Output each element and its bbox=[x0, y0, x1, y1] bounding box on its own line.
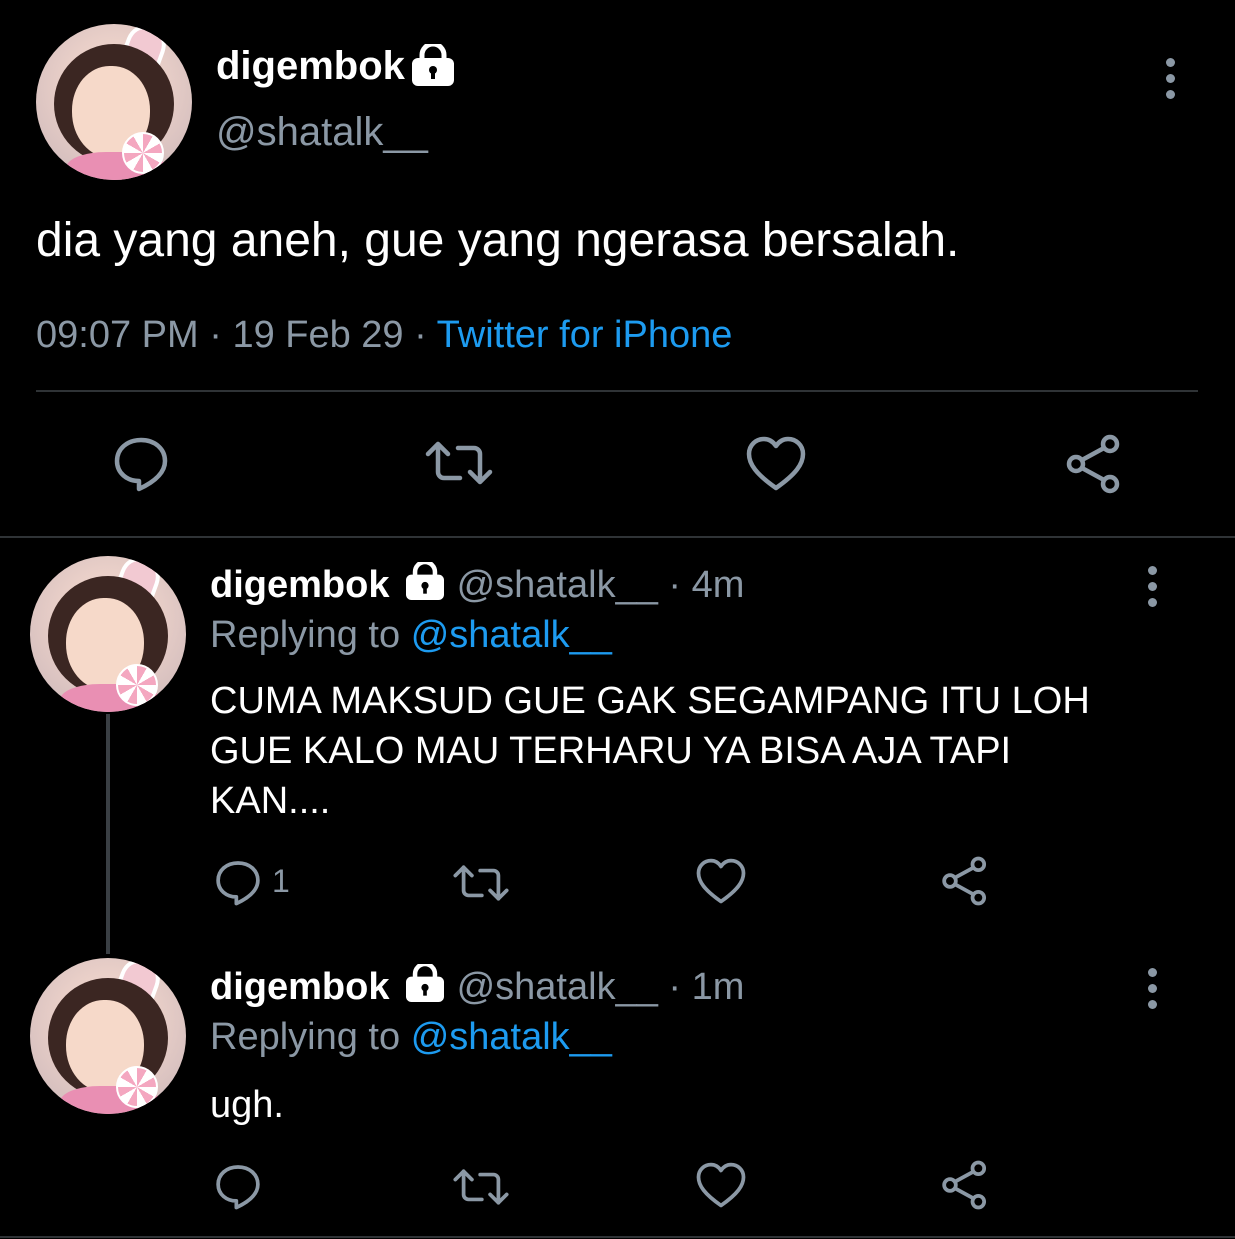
avatar[interactable] bbox=[30, 958, 186, 1114]
separator: · bbox=[414, 314, 427, 356]
share-button[interactable] bbox=[940, 1160, 990, 1210]
heart-icon bbox=[696, 1162, 746, 1208]
replying-to-handle[interactable]: @shatalk__ bbox=[411, 1016, 612, 1058]
replying-to-label: Replying to bbox=[210, 1016, 401, 1058]
timestamp[interactable]: · 1m bbox=[668, 966, 744, 1008]
tweet-source[interactable]: Twitter for iPhone bbox=[437, 314, 733, 356]
more-vertical-icon[interactable] bbox=[1148, 968, 1158, 1016]
replying-to: Replying to @shatalk__ bbox=[210, 612, 612, 658]
share-button[interactable] bbox=[1064, 434, 1124, 494]
like-button[interactable] bbox=[696, 858, 746, 905]
replying-to: Replying to @shatalk__ bbox=[210, 1014, 612, 1060]
avatar[interactable] bbox=[36, 24, 192, 180]
tweet-date[interactable]: 19 Feb 29 bbox=[232, 314, 403, 356]
share-icon bbox=[942, 856, 987, 906]
section-divider bbox=[0, 536, 1235, 538]
text-line: GUE KALO MAU TERHARU YA BISA AJA TAPI bbox=[210, 730, 1012, 772]
like-button[interactable] bbox=[746, 436, 806, 492]
heart-icon bbox=[746, 436, 806, 491]
retweet-button[interactable] bbox=[452, 1166, 510, 1208]
tweet-text: CUMA MAKSUD GUE GAK SEGAMPANG ITU LOH GU… bbox=[210, 676, 1090, 826]
reply-button[interactable] bbox=[214, 858, 262, 906]
replying-to-label: Replying to bbox=[210, 614, 401, 656]
retweet-button[interactable] bbox=[452, 862, 510, 904]
retweet-icon bbox=[453, 1169, 509, 1205]
heart-icon bbox=[696, 858, 746, 904]
text-line: KAN.... bbox=[210, 780, 331, 822]
lock-icon bbox=[410, 41, 456, 91]
retweet-icon bbox=[425, 441, 493, 485]
handle[interactable]: @shatalk__ bbox=[457, 966, 658, 1008]
display-name[interactable]: digembok bbox=[210, 966, 389, 1008]
share-icon bbox=[1066, 434, 1120, 494]
section-divider bbox=[0, 1236, 1235, 1238]
retweet-button[interactable] bbox=[424, 438, 494, 488]
handle[interactable]: @shatalk__ bbox=[457, 564, 658, 606]
tweet-text: dia yang aneh, gue yang ngerasa bersalah… bbox=[36, 214, 960, 267]
display-name[interactable]: digembok bbox=[210, 564, 389, 606]
avatar[interactable] bbox=[30, 556, 186, 712]
replying-to-handle[interactable]: @shatalk__ bbox=[411, 614, 612, 656]
share-button[interactable] bbox=[940, 856, 990, 906]
speech-bubble-icon bbox=[114, 437, 168, 492]
lock-icon bbox=[404, 560, 446, 611]
reply-header: digembok @shatalk__ · 1m bbox=[210, 962, 744, 1013]
display-name[interactable]: digembok bbox=[216, 42, 405, 90]
tweet-meta: 09:07 PM · 19 Feb 29 · Twitter for iPhon… bbox=[36, 312, 732, 358]
tweet-text: ugh. bbox=[210, 1080, 284, 1130]
reply-button[interactable] bbox=[214, 1162, 262, 1210]
share-icon bbox=[942, 1160, 987, 1210]
like-button[interactable] bbox=[696, 1162, 746, 1209]
handle[interactable]: @shatalk__ bbox=[216, 108, 428, 156]
reply-header: digembok @shatalk__ · 4m bbox=[210, 560, 744, 611]
speech-bubble-icon bbox=[216, 861, 260, 906]
retweet-icon bbox=[453, 865, 509, 901]
text-line: CUMA MAKSUD GUE GAK SEGAMPANG ITU LOH bbox=[210, 680, 1090, 722]
tweet-time[interactable]: 09:07 PM bbox=[36, 314, 199, 356]
more-vertical-icon[interactable] bbox=[1166, 58, 1176, 106]
thread-line bbox=[106, 714, 110, 954]
reply-button[interactable] bbox=[112, 434, 170, 492]
lock-icon bbox=[404, 962, 446, 1013]
divider bbox=[36, 390, 1198, 392]
timestamp[interactable]: · 4m bbox=[668, 564, 744, 606]
separator: · bbox=[209, 314, 222, 356]
speech-bubble-icon bbox=[216, 1165, 260, 1210]
text-line: ugh. bbox=[210, 1084, 284, 1126]
reply-count: 1 bbox=[272, 863, 290, 899]
more-vertical-icon[interactable] bbox=[1148, 566, 1158, 614]
